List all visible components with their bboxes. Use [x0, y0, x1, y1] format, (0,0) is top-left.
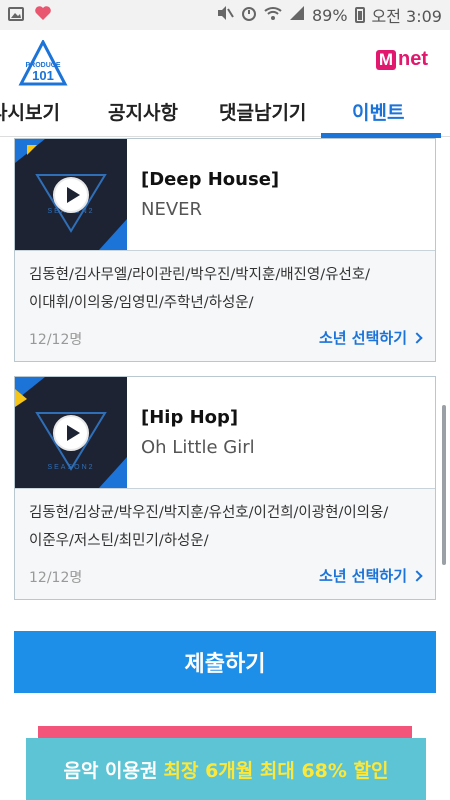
battery-icon: [354, 7, 365, 23]
status-time: 오전 3:09: [371, 7, 442, 26]
mnet-logo[interactable]: M net: [375, 48, 428, 71]
mnet-logo-m: M: [375, 49, 396, 70]
song-card: SEASON2 [Hip Hop] Oh Little Girl 김동현/김상균…: [14, 376, 436, 600]
wifi-icon: [264, 5, 282, 25]
tab-replay[interactable]: 다시보기: [0, 98, 60, 125]
tab-event[interactable]: 이벤트: [352, 98, 404, 125]
chevron-right-icon: [411, 331, 423, 344]
heart-app-icon: [34, 5, 52, 25]
song-title: Oh Little Girl: [141, 437, 255, 458]
song-genre: [Hip Hop]: [141, 407, 239, 428]
select-boys-button[interactable]: 소년 선택하기: [318, 327, 423, 348]
banner-highlight: 최장 6개월 최대 68% 할인: [163, 759, 389, 782]
member-count: 12/12명: [29, 332, 83, 348]
produce101-logo[interactable]: PRODUCE 101: [18, 38, 68, 88]
tab-notice[interactable]: 공지사항: [108, 98, 178, 125]
signal-icon: [289, 5, 305, 25]
play-icon[interactable]: [53, 415, 89, 451]
song-title: NEVER: [141, 199, 203, 220]
member-count: 12/12명: [29, 570, 83, 586]
select-boys-label: 소년 선택하기: [318, 329, 407, 347]
tab-bar: 다시보기 공지사항 댓글남기기 이벤트: [0, 92, 450, 140]
app-header: PRODUCE 101 M net: [0, 30, 450, 90]
banner-text: 음악 이용권: [63, 759, 158, 782]
song-card: SEASON2 [Deep House] NEVER 김동현/김사무엘/라이관린…: [14, 138, 436, 362]
select-boys-label: 소년 선택하기: [318, 567, 407, 585]
mnet-logo-net: net: [398, 48, 428, 70]
svg-text:101: 101: [32, 68, 54, 83]
scrollbar[interactable]: [442, 405, 446, 565]
song-card-footer: 12/12명 소년 선택하기: [15, 561, 435, 599]
song-thumbnail[interactable]: SEASON2: [15, 377, 127, 488]
gallery-icon: [8, 6, 24, 25]
music-pass-banner[interactable]: 음악 이용권 최장 6개월 최대 68% 할인: [26, 738, 426, 800]
play-icon[interactable]: [53, 177, 89, 213]
member-list-line: 김동현/김상균/박우진/박지훈/유선호/이건희/이광현/이의웅/: [29, 505, 389, 521]
mute-icon: [216, 5, 234, 25]
alarm-icon: [241, 5, 257, 25]
member-list: 김동현/김상균/박우진/박지훈/유선호/이건희/이광현/이의웅/ 이준우/저스틴…: [15, 489, 435, 561]
song-card-header: SEASON2 [Deep House] NEVER: [15, 139, 435, 251]
song-genre: [Deep House]: [141, 169, 280, 190]
select-boys-button[interactable]: 소년 선택하기: [318, 565, 423, 586]
member-list-line: 이준우/저스틴/최민기/하성운/: [29, 533, 209, 549]
member-list: 김동현/김사무엘/라이관린/박우진/박지훈/배진영/유선호/ 이대휘/이의웅/임…: [15, 251, 435, 323]
chevron-right-icon: [411, 569, 423, 582]
song-card-header: SEASON2 [Hip Hop] Oh Little Girl: [15, 377, 435, 489]
svg-text:SEASON2: SEASON2: [47, 464, 94, 471]
submit-button[interactable]: 제출하기: [14, 631, 436, 693]
member-list-line: 김동현/김사무엘/라이관린/박우진/박지훈/배진영/유선호/: [29, 267, 371, 283]
tab-comment[interactable]: 댓글남기기: [219, 98, 306, 125]
member-list-line: 이대휘/이의웅/임영민/주학년/하성운/: [29, 295, 254, 311]
battery-percent: 89%: [311, 5, 348, 25]
song-card-footer: 12/12명 소년 선택하기: [15, 323, 435, 361]
status-bar: 89% 오전 3:09: [0, 0, 450, 30]
song-thumbnail[interactable]: SEASON2: [15, 139, 127, 250]
